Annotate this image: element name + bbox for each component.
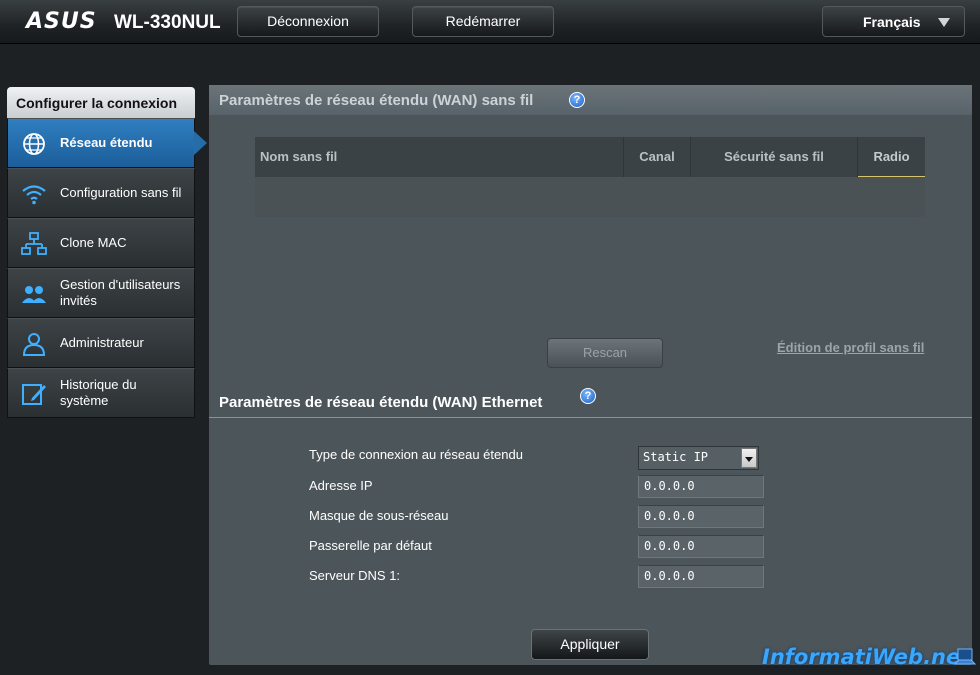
- wireless-wan-title: Paramètres de réseau étendu (WAN) sans f…: [219, 92, 534, 109]
- sidebar-item-label: Administrateur: [60, 335, 144, 350]
- section-divider: [209, 417, 972, 418]
- column-header-radio: Radio: [858, 137, 925, 177]
- laptop-icon: [954, 648, 976, 665]
- apply-button[interactable]: Appliquer: [531, 629, 649, 660]
- help-icon[interactable]: ?: [569, 92, 585, 108]
- subnet-mask-field[interactable]: 0.0.0.0: [638, 505, 764, 528]
- main-panel: Paramètres de réseau étendu (WAN) sans f…: [209, 85, 972, 665]
- sidebar-item-guests[interactable]: Gestion d'utilisateurs invités: [7, 268, 195, 318]
- dns1-field[interactable]: 0.0.0.0: [638, 565, 764, 588]
- globe-icon: [23, 133, 45, 155]
- sidebar-item-label: Réseau étendu: [60, 135, 153, 150]
- connection-type-select[interactable]: Static IP: [638, 446, 759, 470]
- sidebar-item-label: Gestion d'utilisateurs invités: [60, 277, 181, 308]
- column-header-channel: Canal: [624, 137, 691, 177]
- ip-address-label: Adresse IP: [309, 478, 373, 493]
- sidebar-item-syslog[interactable]: Historique du système: [7, 368, 195, 418]
- gateway-field[interactable]: 0.0.0.0: [638, 535, 764, 558]
- guests-icon: [22, 286, 46, 303]
- gateway-label: Passerelle par défaut: [309, 538, 432, 553]
- top-bar: ASUS WL-330NUL Déconnexion Redémarrer Fr…: [0, 0, 980, 44]
- watermark: InformatiWeb.net: [762, 645, 971, 669]
- rescan-button[interactable]: Rescan: [547, 338, 663, 368]
- wifi-icon: [22, 185, 46, 205]
- reboot-button[interactable]: Redémarrer: [412, 6, 554, 37]
- table-row: [255, 177, 925, 217]
- language-select[interactable]: Français: [822, 6, 965, 37]
- network-icon: [21, 232, 47, 255]
- wireless-wan-header: Paramètres de réseau étendu (WAN) sans f…: [209, 85, 972, 115]
- chevron-down-icon: [741, 448, 757, 468]
- logout-button[interactable]: Déconnexion: [237, 6, 379, 37]
- wireless-network-table: Nom sans fil Canal Sécurité sans fil Rad…: [255, 137, 925, 217]
- help-icon[interactable]: ?: [580, 388, 596, 404]
- table-header: Nom sans fil Canal Sécurité sans fil Rad…: [255, 137, 925, 177]
- sidebar-item-wireless[interactable]: Configuration sans fil: [7, 168, 195, 218]
- language-label: Français: [863, 14, 921, 30]
- sidebar-item-label: Clone MAC: [60, 235, 127, 250]
- ethernet-wan-title: Paramètres de réseau étendu (WAN) Ethern…: [219, 394, 543, 411]
- sidebar-item-label: Historique du système: [60, 377, 137, 408]
- sidebar-item-label: Configuration sans fil: [60, 185, 182, 200]
- chevron-down-icon: [938, 18, 950, 27]
- dns1-label: Serveur DNS 1:: [309, 568, 401, 583]
- column-header-ssid: Nom sans fil: [255, 137, 624, 177]
- sidebar-item-wan[interactable]: Réseau étendu: [7, 118, 207, 168]
- model-name: WL-330NUL: [114, 12, 221, 33]
- sidebar-item-mac-clone[interactable]: Clone MAC: [7, 218, 195, 268]
- connection-type-value: Static IP: [643, 450, 709, 464]
- brand-logo: ASUS: [26, 9, 97, 34]
- ip-address-field[interactable]: 0.0.0.0: [638, 475, 764, 498]
- subnet-mask-label: Masque de sous-réseau: [309, 508, 449, 523]
- edit-wireless-profile-link[interactable]: Édition de profil sans fil: [777, 340, 924, 355]
- sidebar-title: Configurer la connexion: [7, 87, 195, 118]
- column-header-security: Sécurité sans fil: [691, 137, 858, 177]
- connection-type-label: Type de connexion au réseau étendu: [309, 447, 523, 462]
- sidebar-item-admin[interactable]: Administrateur: [7, 318, 195, 368]
- log-icon: [22, 384, 46, 405]
- sidebar: Configurer la connexion Réseau étendu Co…: [7, 87, 207, 418]
- admin-icon: [22, 333, 46, 356]
